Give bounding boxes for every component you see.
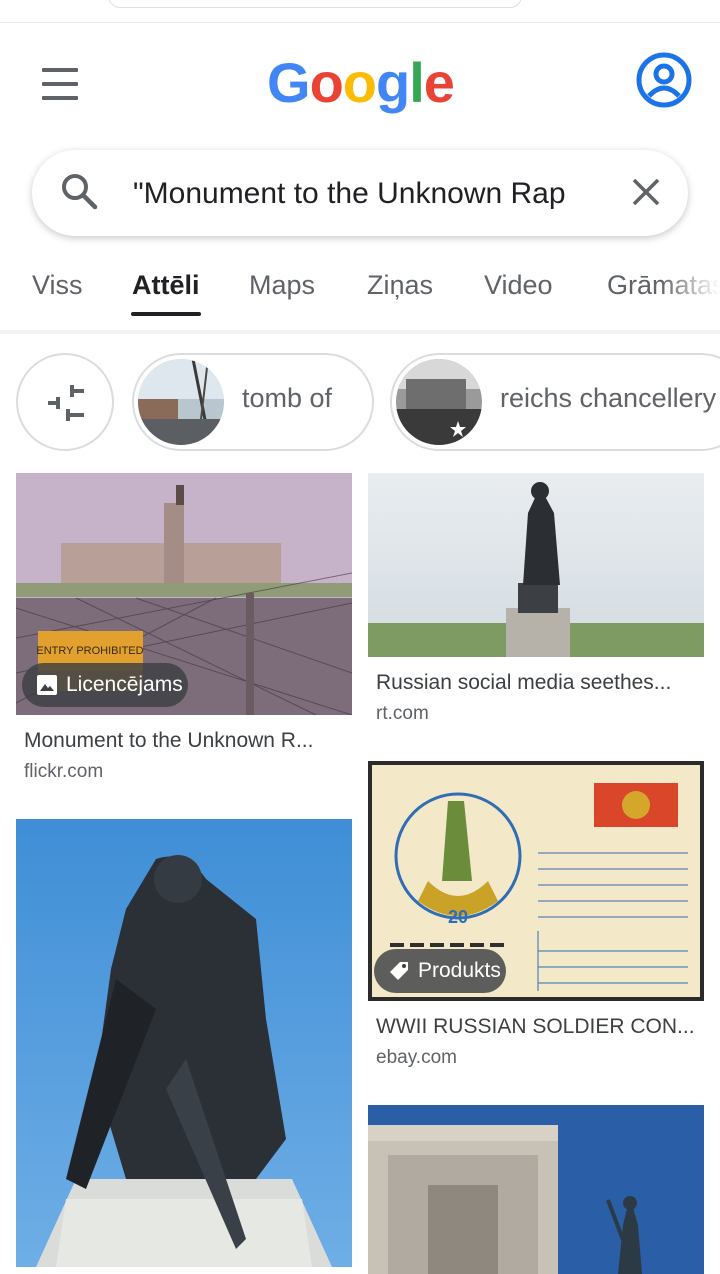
result-title[interactable]: Monument to the Unknown R... (24, 729, 313, 753)
logo-letter: G (267, 51, 311, 114)
result-thumbnail (368, 1105, 704, 1274)
tab-news[interactable]: Ziņas (367, 270, 433, 301)
result-source: flickr.com (24, 761, 104, 782)
tag-icon (390, 962, 408, 980)
chip-thumbnail (396, 359, 482, 445)
image-result[interactable] (368, 1105, 704, 1274)
badge-label: Licencējams (66, 673, 183, 696)
tune-icon (48, 385, 84, 421)
image-result[interactable]: Russian social media seethes... rt.com (368, 473, 704, 733)
tab-video[interactable]: Video (484, 270, 553, 301)
menu-icon-bar (42, 96, 78, 100)
logo-letter: o (342, 51, 377, 114)
badge-label: Produkts (418, 959, 501, 982)
chip-label: tomb of (242, 383, 333, 413)
svg-text:ENTRY PROHIBITED: ENTRY PROHIBITED (36, 645, 143, 657)
image-icon (37, 675, 57, 695)
divider (0, 330, 720, 334)
result-source: rt.com (376, 703, 429, 724)
search-input[interactable]: "Monument to the Unknown Rap (133, 172, 603, 216)
browser-address-bar[interactable] (108, 0, 522, 8)
tab-maps[interactable]: Maps (249, 270, 315, 301)
active-tab-indicator (131, 312, 201, 316)
search-icon[interactable] (58, 170, 102, 214)
clear-icon[interactable] (624, 170, 668, 214)
result-source: ebay.com (376, 1047, 457, 1068)
tab-all[interactable]: Viss (32, 270, 83, 301)
product-badge: Produkts (374, 949, 506, 993)
tabs-fade (660, 260, 720, 320)
menu-button[interactable] (38, 66, 82, 102)
licensable-badge: Licencējams (22, 663, 188, 707)
image-result[interactable]: ENTRY PROHIBITED Licencējams Monument to… (16, 473, 352, 793)
chip-tomb-of[interactable]: tomb of (132, 353, 374, 451)
result-title[interactable]: WWII RUSSIAN SOLDIER CON... (376, 1015, 695, 1039)
tab-images[interactable]: Attēli (132, 270, 200, 301)
chip-label: reichs chancellery (500, 383, 717, 413)
logo-letter: o (309, 51, 344, 114)
result-thumbnail (16, 819, 352, 1267)
logo-letter: e (423, 51, 455, 114)
account-icon (636, 52, 692, 108)
image-result[interactable] (16, 819, 352, 1274)
logo-letter: l (409, 51, 425, 114)
image-result[interactable]: 20 Produkts WWII RUSSIAN SOLDIER CON... (368, 761, 704, 1081)
menu-icon-bar (42, 82, 78, 86)
chip-reichs-chancellery[interactable]: reichs chancellery (390, 353, 720, 451)
result-title[interactable]: Russian social media seethes... (376, 671, 671, 695)
svg-text:20: 20 (448, 907, 468, 927)
google-logo[interactable]: Google (267, 50, 455, 115)
chip-thumbnail (138, 359, 224, 445)
logo-letter: g (376, 51, 410, 114)
filter-button[interactable] (16, 353, 114, 451)
account-button[interactable] (634, 50, 694, 110)
menu-icon (42, 68, 78, 72)
result-thumbnail (368, 473, 704, 657)
search-tabs: Viss Attēli Maps Ziņas Video Grāmatas (0, 260, 720, 324)
